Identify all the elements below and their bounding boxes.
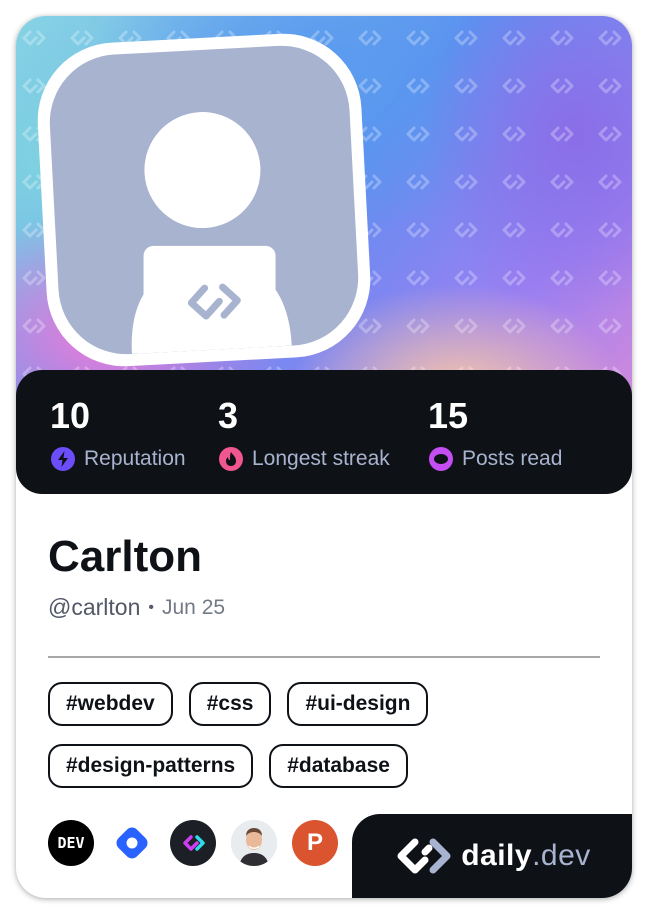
stat-reputation: 10 Reputation: [50, 396, 186, 472]
tag-chip[interactable]: #webdev: [48, 682, 173, 726]
stat-value: 10: [50, 395, 91, 436]
brand-name: daily.dev: [461, 839, 591, 872]
tag-chip[interactable]: #css: [188, 682, 272, 726]
daily-dev-brand: daily.dev: [352, 814, 632, 898]
avatar[interactable]: [33, 29, 375, 371]
tag-chip[interactable]: #ui-design: [287, 682, 429, 726]
stats-bar: 10 Reputation 3 Longest streak 15 Posts …: [16, 370, 632, 494]
tag-chip[interactable]: #design-patterns: [48, 744, 254, 788]
stat-value: 3: [218, 395, 239, 436]
stat-label: Longest streak: [252, 447, 390, 470]
divider: [48, 656, 600, 658]
hashnode-icon[interactable]: [109, 820, 155, 866]
separator-dot: •: [148, 598, 154, 616]
flame-icon: [219, 447, 243, 471]
join-date: Jun 25: [162, 595, 226, 619]
profile-card: 10 Reputation 3 Longest streak 15 Posts …: [16, 16, 632, 898]
profile-handle: @carlton: [48, 594, 141, 620]
product-hunt-icon[interactable]: P: [292, 820, 338, 866]
daily-dev-logo-icon: [397, 838, 451, 874]
stat-posts-read: 15 Posts read: [428, 396, 562, 472]
stat-label: Reputation: [84, 447, 186, 470]
lightning-icon: [51, 447, 75, 471]
tag-list: #webdev #css #ui-design #design-patterns…: [48, 682, 608, 806]
user-photo-avatar[interactable]: [231, 820, 277, 866]
default-avatar-icon: [131, 112, 292, 358]
daily-dev-icon[interactable]: [170, 820, 216, 866]
stat-value: 15: [428, 395, 469, 436]
stat-longest-streak: 3 Longest streak: [218, 396, 390, 472]
profile-name: Carlton: [48, 532, 202, 581]
social-links: DEV P: [48, 820, 353, 866]
stat-label: Posts read: [462, 447, 563, 470]
tag-chip[interactable]: #database: [269, 744, 408, 788]
profile-meta: @carlton • Jun 25: [48, 594, 225, 621]
dev-to-icon[interactable]: DEV: [48, 820, 94, 866]
eye-icon: [429, 447, 453, 471]
